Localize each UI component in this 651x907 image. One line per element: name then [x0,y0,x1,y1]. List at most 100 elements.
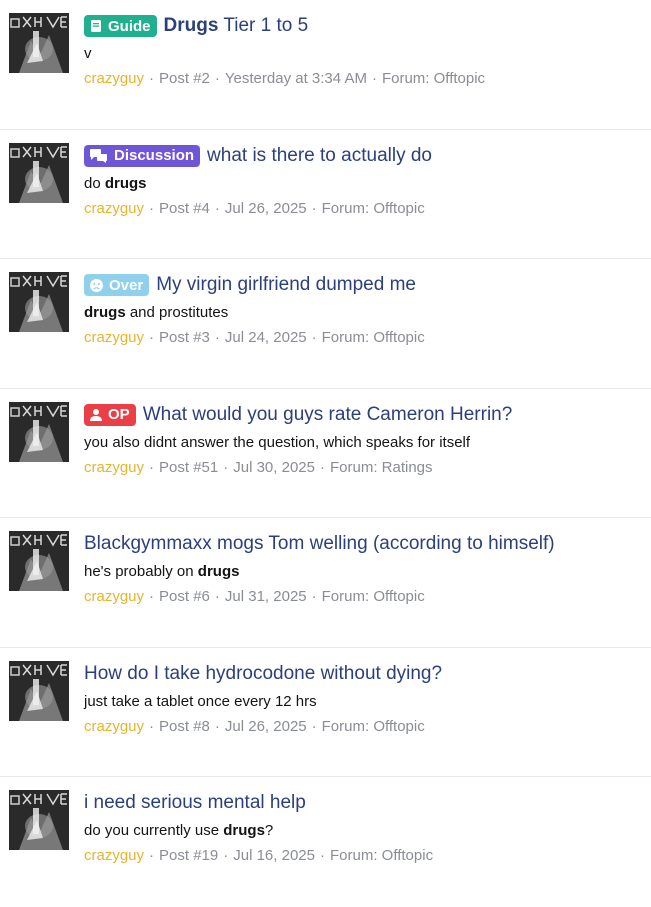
separator: · [214,70,220,87]
search-term-highlight: drugs [84,304,126,321]
separator: · [214,199,220,217]
post-number-link[interactable]: Post #8 [159,718,210,735]
result-content: Discussion what is there to actually do … [84,142,641,220]
result-title-line[interactable]: Over My virgin girlfriend dumped me [84,271,641,299]
result-content: Guide Drugs Tier 1 to 5 v crazyguy · Post … [84,12,641,90]
prefix-badge: OP [84,403,136,426]
result-meta: crazyguy · Post #2 · Yesterday at 3:34 AM · Fo… [84,68,641,90]
username-link[interactable]: crazyguy [84,70,144,87]
result-title-line[interactable]: Guide Drugs Tier 1 to 5 [84,12,641,40]
result-meta: crazyguy · Post #3 · Jul 24, 2025 · Forum: Off… [84,327,641,349]
post-number-link[interactable]: Post #4 [159,200,210,217]
post-snippet: you also didnt answer the question, whic… [84,432,641,454]
snippet-text: ? [264,822,274,839]
prefix-badge-label: Discussion [114,147,195,164]
thread-title-link[interactable]: Blackgymmaxx mogs Tom welling (according… [84,533,555,555]
title-highlight: Drugs [163,15,219,36]
result-title-line[interactable]: OP What would you guys rate Cameron Herr… [84,401,641,429]
forum-link[interactable]: Forum: Offtopic [322,329,425,346]
username-link[interactable]: crazyguy [84,329,144,346]
avatar[interactable] [9,660,69,721]
avatar[interactable] [9,401,69,462]
thread-title-link[interactable]: what is there to actually do [207,145,432,167]
avatar[interactable] [9,272,69,332]
post-date: Jul 26, 2025 [224,717,307,735]
separator: · [149,70,155,87]
result-content: Blackgymmaxx mogs Tom welling (according… [84,530,641,608]
forum-link[interactable]: Forum: Offtopic [330,847,433,864]
separator: · [311,717,317,735]
post-date: Jul 24, 2025 [224,329,307,346]
result-meta: crazyguy · Post #8 · Jul 26, 2025 · Forum: Off… [84,716,641,738]
search-result-item: i need serious mental help do you curren… [0,777,651,907]
thread-title-link[interactable]: Drugs Tier 1 to 5 [164,15,309,37]
prefix-badge-label: Over [109,276,144,294]
title-text: My virgin girlfriend dumped me [156,274,416,295]
separator: · [149,199,155,217]
chat-bubbles-icon [89,148,109,164]
search-term-highlight: drugs [223,822,265,839]
avatar[interactable] [9,13,69,73]
title-text: i need serious mental help [84,792,306,813]
forum-link[interactable]: Forum: Offtopic [382,70,485,87]
result-title-line[interactable]: i need serious mental help [84,789,641,817]
avatar[interactable] [9,790,69,850]
forum-link[interactable]: Forum: Ratings [330,459,433,476]
separator: · [149,458,155,476]
forum-link[interactable]: Forum: Offtopic [322,718,425,735]
result-meta: crazyguy · Post #6 · Jul 31, 2025 · Forum: Off… [84,586,641,608]
post-date: Jul 30, 2025 [233,458,315,476]
post-number-link[interactable]: Post #3 [159,329,210,346]
thread-title-link[interactable]: i need serious mental help [84,792,306,814]
username-link[interactable]: crazyguy [84,459,144,476]
result-title-line[interactable]: Discussion what is there to actually do [84,142,641,170]
search-result-item: How do I take hydrocodone without dying?… [0,648,651,777]
separator: · [149,717,155,735]
title-text: How do I take hydrocodone without dying? [84,662,443,684]
avatar[interactable] [9,142,69,203]
post-snippet: just take a tablet once every 12 hrs [84,691,641,713]
result-title-line[interactable]: How do I take hydrocodone without dying? [84,660,641,688]
separator: · [311,329,317,346]
thread-title-link[interactable]: What would you guys rate Cameron Herrin? [143,404,513,426]
snippet-text: do you currently use [84,822,224,839]
username-link[interactable]: crazyguy [84,588,144,605]
title-text: Tier 1 to 5 [218,15,309,36]
post-date: Jul 31, 2025 [224,588,307,605]
snippet-text: you also didnt answer the question, whic… [84,433,471,451]
separator: · [223,458,229,476]
thread-title-link[interactable]: How do I take hydrocodone without dying? [84,663,442,685]
book-icon [89,19,103,33]
thread-title-link[interactable]: My virgin girlfriend dumped me [156,274,416,296]
result-meta: crazyguy · Post #19 · Jul 16, 2025 · Forum: Of… [84,845,641,867]
username-link[interactable]: crazyguy [84,200,144,217]
forum-link[interactable]: Forum: Offtopic [322,588,425,605]
post-date: Jul 26, 2025 [224,199,307,217]
title-text: Blackgymmaxx mogs Tom welling (according… [84,533,555,554]
post-number-link[interactable]: Post #51 [159,459,218,476]
post-snippet: drugs and prostitutes [84,302,641,324]
separator: · [223,847,229,864]
prefix-badge-label: OP [108,406,130,423]
user-icon [89,408,103,422]
separator: · [149,329,155,346]
search-result-item: Blackgymmaxx mogs Tom welling (according… [0,518,651,648]
search-term-highlight: drugs [197,563,240,580]
result-content: How do I take hydrocodone without dying?… [84,660,641,738]
separator: · [319,458,325,476]
snippet-text: just take a tablet once every 12 hrs [84,692,317,710]
avatar[interactable] [9,531,69,591]
post-snippet: v [84,43,641,65]
result-content: OP What would you guys rate Cameron Herr… [84,401,641,479]
snippet-text: he's probably on [84,563,198,580]
result-meta: crazyguy · Post #4 · Jul 26, 2025 · Forum: Off… [84,198,641,220]
post-number-link[interactable]: Post #6 [159,588,210,605]
username-link[interactable]: crazyguy [84,718,144,735]
forum-link[interactable]: Forum: Offtopic [322,200,425,217]
post-number-link[interactable]: Post #2 [159,70,210,87]
post-number-link[interactable]: Post #19 [159,847,218,864]
separator: · [319,847,325,864]
result-title-line[interactable]: Blackgymmaxx mogs Tom welling (according… [84,530,641,558]
username-link[interactable]: crazyguy [84,847,144,864]
post-date: Yesterday at 3:34 AM [224,70,367,87]
